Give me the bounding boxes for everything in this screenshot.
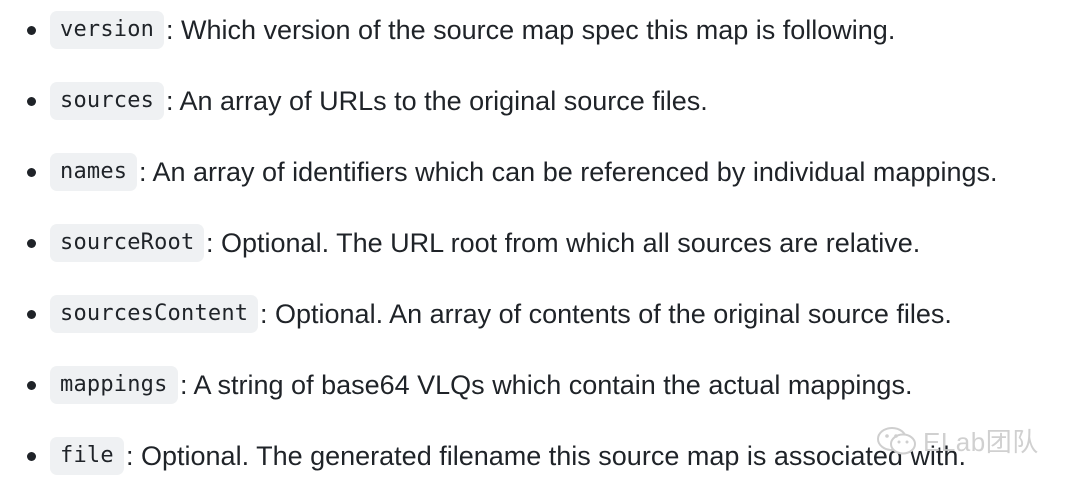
list-item: version : Which version of the source ma…	[0, 6, 1080, 54]
item-description: : A string of base64 VLQs which contain …	[180, 369, 913, 400]
inline-code: names	[50, 153, 138, 191]
inline-code: mappings	[50, 366, 178, 404]
bullet-icon	[27, 451, 36, 461]
item-description: : Optional. An array of contents of the …	[260, 298, 952, 329]
bullet-icon	[27, 309, 36, 319]
inline-code: sourcesContent	[50, 295, 259, 333]
inline-code: sources	[50, 82, 165, 120]
item-description: : Optional. The URL root from which all …	[206, 227, 921, 258]
inline-code: file	[50, 437, 124, 475]
list-item: file : Optional. The generated filename …	[0, 432, 1080, 480]
bullet-icon	[27, 238, 36, 248]
list-item: mappings : A string of base64 VLQs which…	[0, 361, 1080, 409]
list-item: sources : An array of URLs to the origin…	[0, 77, 1080, 125]
bullet-icon	[27, 167, 36, 177]
item-description: : An array of identifiers which can be r…	[139, 156, 998, 187]
bullet-icon	[27, 96, 36, 106]
list-item: names : An array of identifiers which ca…	[0, 148, 1080, 196]
list-item: sourceRoot : Optional. The URL root from…	[0, 219, 1080, 267]
list-item: sourcesContent : Optional. An array of c…	[0, 290, 1080, 338]
inline-code: sourceRoot	[50, 224, 205, 262]
item-description: : An array of URLs to the original sourc…	[166, 85, 708, 116]
item-description: : Optional. The generated filename this …	[126, 440, 966, 471]
bullet-icon	[27, 25, 36, 35]
item-description: : Which version of the source map spec t…	[166, 14, 896, 45]
bullet-icon	[27, 380, 36, 390]
inline-code: version	[50, 11, 165, 49]
